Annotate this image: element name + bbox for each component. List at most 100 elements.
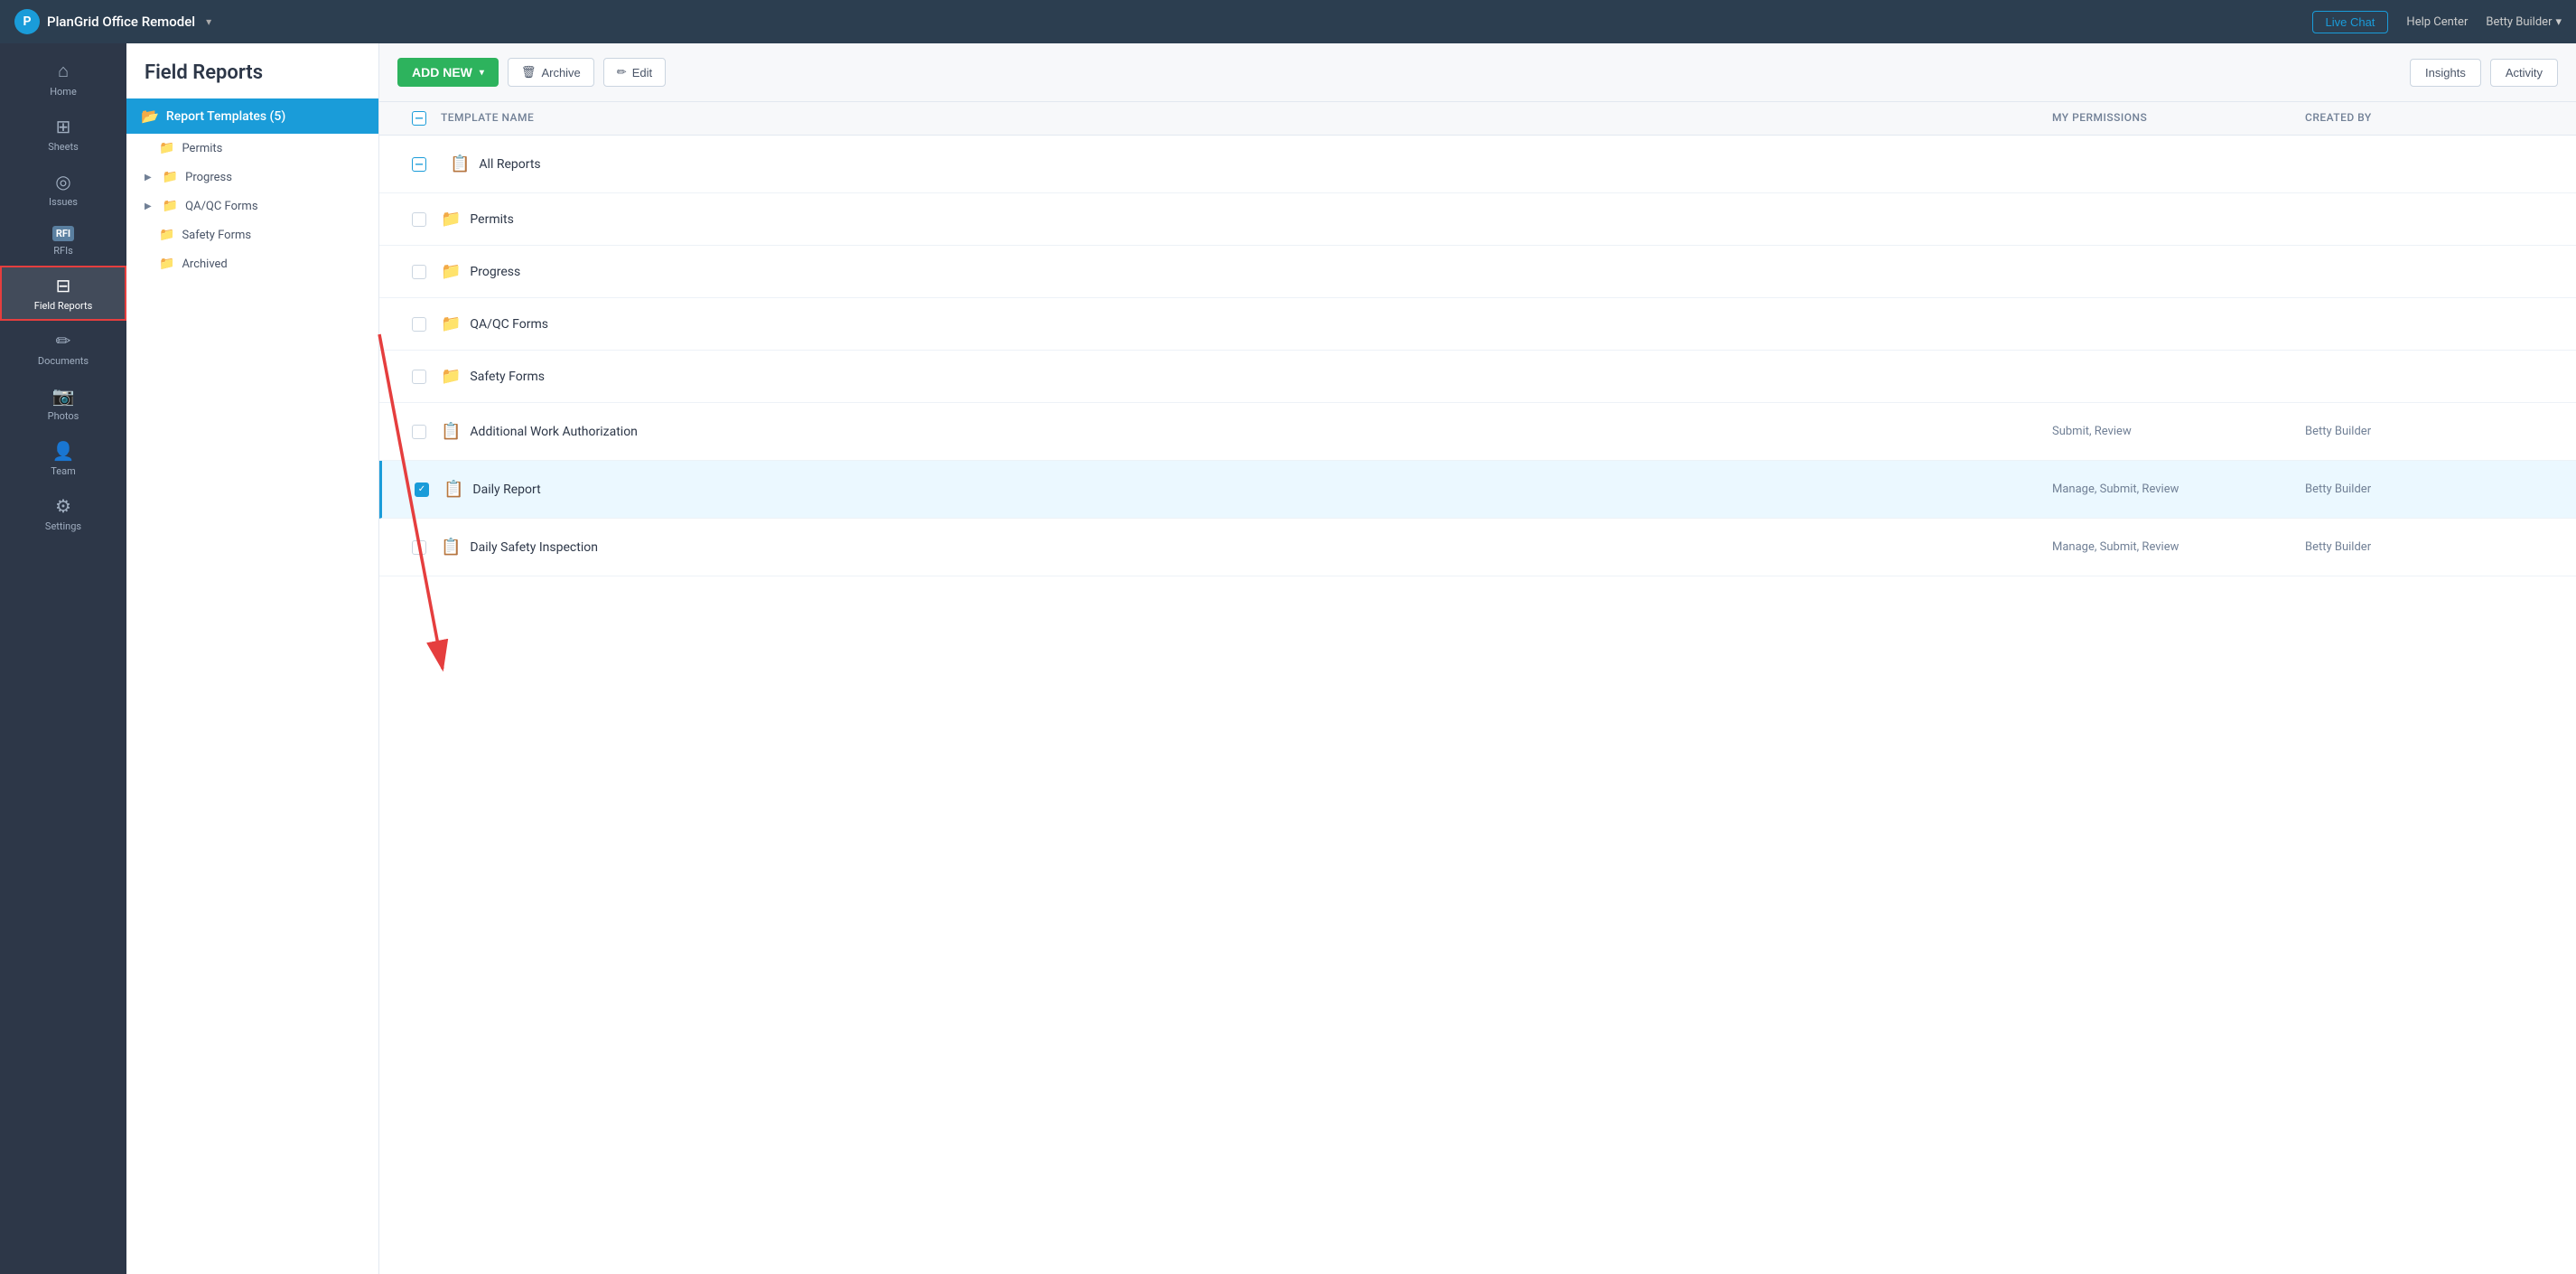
daily-safety-permissions: Manage, Submit, Review bbox=[2052, 540, 2305, 554]
table-header: — Template Name My Permissions Created B… bbox=[379, 102, 2576, 136]
tree-item-safety-forms[interactable]: 📁 Safety Forms bbox=[126, 220, 378, 249]
qa-label: QA/QC Forms bbox=[185, 200, 257, 213]
sidebar-label-home: Home bbox=[50, 86, 77, 98]
daily-report-created: Betty Builder bbox=[2305, 482, 2558, 496]
sidebar-label-sheets: Sheets bbox=[48, 141, 79, 153]
sidebar-item-home[interactable]: ⌂ Home bbox=[0, 51, 126, 107]
folder-icon-row-progress: 📁 bbox=[441, 262, 461, 281]
checkbox-additional-work[interactable] bbox=[412, 425, 426, 439]
edit-button[interactable]: ✏ Edit bbox=[603, 58, 666, 87]
folder-icon-progress: 📁 bbox=[163, 170, 178, 184]
rfis-icon: RFI bbox=[52, 226, 74, 241]
archive-button[interactable]: 🗑 Archive bbox=[508, 58, 594, 87]
daily-safety-label: Daily Safety Inspection bbox=[470, 540, 598, 555]
table-row-progress[interactable]: 📁 Progress bbox=[379, 246, 2576, 298]
checkbox-permits[interactable] bbox=[412, 212, 426, 227]
toolbar: ADD NEW ▾ 🗑 Archive ✏ Edit Insights Acti… bbox=[379, 43, 2576, 102]
project-dropdown-arrow[interactable]: ▾ bbox=[206, 15, 211, 28]
folder-icon-qa: 📁 bbox=[163, 199, 178, 213]
sidebar-item-documents[interactable]: ✏ Documents bbox=[0, 321, 126, 376]
sidebar-label-settings: Settings bbox=[45, 520, 81, 532]
tree-item-archived[interactable]: 📁 Archived bbox=[126, 249, 378, 278]
insights-button[interactable]: Insights bbox=[2410, 59, 2481, 87]
table-row-safety-forms[interactable]: 📁 Safety Forms bbox=[379, 351, 2576, 403]
chevron-right-icon-qa: ▶ bbox=[145, 201, 152, 211]
add-new-dropdown-icon: ▾ bbox=[480, 68, 484, 78]
edit-label: Edit bbox=[632, 66, 652, 80]
edit-icon: ✏ bbox=[617, 65, 627, 80]
qa-qc-row-label: QA/QC Forms bbox=[470, 317, 548, 332]
page-title: Field Reports bbox=[126, 43, 378, 98]
checkbox-safety-forms[interactable] bbox=[412, 370, 426, 384]
folder-icon-row-safety: 📁 bbox=[441, 367, 461, 386]
tree-item-report-templates[interactable]: 📂 Report Templates (5) bbox=[126, 98, 378, 134]
template-icon-daily-report: 📋 bbox=[443, 480, 463, 499]
chevron-right-icon: ▶ bbox=[145, 173, 152, 183]
tree-item-permits[interactable]: 📁 Permits bbox=[126, 134, 378, 163]
user-name: Betty Builder bbox=[2486, 15, 2552, 29]
permits-name: 📁 Permits bbox=[441, 210, 2052, 229]
folder-icon-row-permits: 📁 bbox=[441, 210, 461, 229]
table-row-daily-report[interactable]: ✓ 📋 Daily Report Manage, Submit, Review … bbox=[379, 461, 2576, 519]
photos-icon: 📷 bbox=[52, 385, 75, 407]
sidebar-item-photos[interactable]: 📷 Photos bbox=[0, 376, 126, 431]
sidebar-item-issues[interactable]: ◎ Issues bbox=[0, 162, 126, 217]
team-icon: 👤 bbox=[52, 440, 75, 462]
folder-icon-archived: 📁 bbox=[159, 257, 174, 271]
checkbox-daily-safety[interactable] bbox=[412, 540, 426, 555]
select-all-checkbox[interactable]: — bbox=[412, 111, 426, 126]
sidebar-label-rfis: RFIs bbox=[53, 245, 73, 257]
archived-label: Archived bbox=[182, 258, 227, 271]
sidebar-label-photos: Photos bbox=[48, 410, 79, 422]
topbar-left: P PlanGrid Office Remodel ▾ bbox=[14, 9, 211, 34]
qa-qc-name: 📁 QA/QC Forms bbox=[441, 314, 2052, 333]
sidebar-item-rfis[interactable]: RFI RFIs bbox=[0, 217, 126, 266]
project-name: PlanGrid Office Remodel bbox=[47, 14, 195, 30]
checkbox-daily-report[interactable]: ✓ bbox=[415, 482, 429, 497]
daily-safety-created: Betty Builder bbox=[2305, 540, 2558, 554]
add-new-label: ADD NEW bbox=[412, 65, 472, 80]
permits-row-label: Permits bbox=[470, 212, 513, 227]
daily-report-permissions: Manage, Submit, Review bbox=[2052, 482, 2305, 496]
settings-icon: ⚙ bbox=[55, 495, 71, 517]
all-reports-label: All Reports bbox=[479, 157, 540, 172]
issues-icon: ◎ bbox=[55, 171, 70, 192]
tree-item-progress[interactable]: ▶ 📁 Progress bbox=[126, 163, 378, 192]
table-row-qa-qc[interactable]: 📁 QA/QC Forms bbox=[379, 298, 2576, 351]
tree-item-qa-qc[interactable]: ▶ 📁 QA/QC Forms bbox=[126, 192, 378, 220]
table-row-all-reports[interactable]: — 📋 All Reports bbox=[379, 136, 2576, 193]
tree-children: 📁 Permits ▶ 📁 Progress ▶ 📁 QA/QC Forms 📁… bbox=[126, 134, 378, 278]
user-dropdown-arrow: ▾ bbox=[2555, 15, 2562, 29]
safety-forms-name: 📁 Safety Forms bbox=[441, 367, 2052, 386]
template-icon-daily-safety: 📋 bbox=[441, 538, 461, 557]
sidebar-item-field-reports[interactable]: ⊟ Field Reports bbox=[0, 266, 126, 321]
table-row-additional-work[interactable]: 📋 Additional Work Authorization Submit, … bbox=[379, 403, 2576, 461]
col-header-created: Created By bbox=[2305, 111, 2558, 126]
additional-work-name: 📋 Additional Work Authorization bbox=[441, 422, 2052, 441]
table-row-permits[interactable]: 📁 Permits bbox=[379, 193, 2576, 246]
sidebar-label-issues: Issues bbox=[49, 196, 78, 208]
folder-icon-row-qa: 📁 bbox=[441, 314, 461, 333]
progress-name: 📁 Progress bbox=[441, 262, 2052, 281]
sidebar-item-sheets[interactable]: ⊞ Sheets bbox=[0, 107, 126, 162]
all-reports-name: 📋 All Reports bbox=[450, 155, 2034, 173]
live-chat-button[interactable]: Live Chat bbox=[2312, 11, 2389, 33]
safety-forms-label: Safety Forms bbox=[182, 229, 251, 242]
sidebar-item-team[interactable]: 👤 Team bbox=[0, 431, 126, 486]
checkbox-qa-qc[interactable] bbox=[412, 317, 426, 332]
user-menu[interactable]: Betty Builder ▾ bbox=[2486, 15, 2562, 29]
archive-label: Archive bbox=[541, 66, 580, 80]
checkbox-progress[interactable] bbox=[412, 265, 426, 279]
checkbox-all-reports[interactable]: — bbox=[412, 157, 426, 172]
sidebar-item-settings[interactable]: ⚙ Settings bbox=[0, 486, 126, 541]
folder-icon-permits: 📁 bbox=[159, 141, 174, 155]
safety-forms-row-label: Safety Forms bbox=[470, 370, 545, 384]
progress-row-label: Progress bbox=[470, 265, 520, 279]
add-new-button[interactable]: ADD NEW ▾ bbox=[397, 58, 499, 87]
documents-icon: ✏ bbox=[56, 330, 71, 351]
help-center-link[interactable]: Help Center bbox=[2406, 15, 2468, 29]
daily-report-label: Daily Report bbox=[472, 482, 540, 497]
archive-icon: 🗑 bbox=[521, 65, 537, 80]
table-row-daily-safety[interactable]: 📋 Daily Safety Inspection Manage, Submit… bbox=[379, 519, 2576, 576]
activity-button[interactable]: Activity bbox=[2490, 59, 2558, 87]
